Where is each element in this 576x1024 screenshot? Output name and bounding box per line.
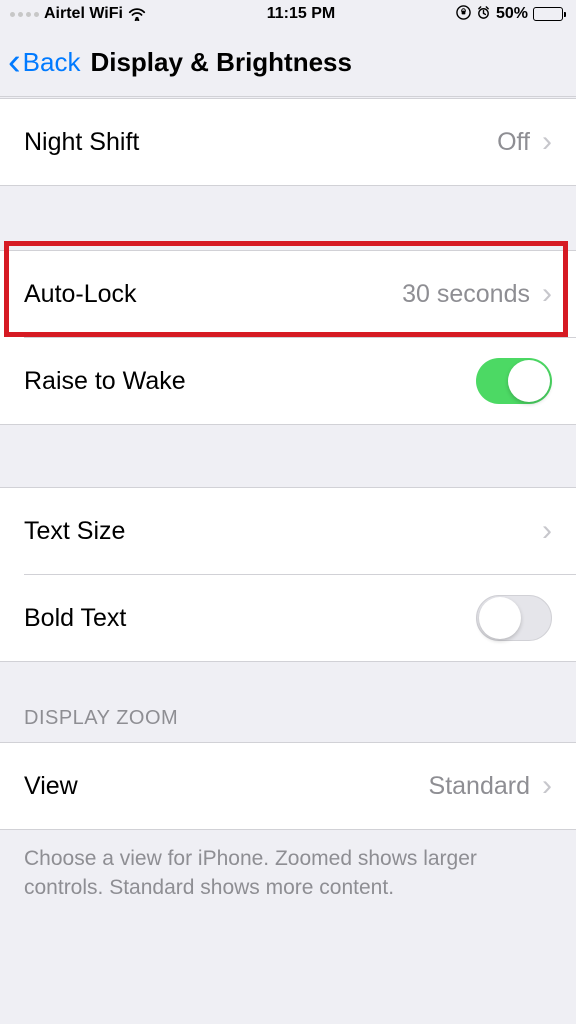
auto-lock-value: 30 seconds xyxy=(402,280,530,309)
raise-to-wake-toggle[interactable] xyxy=(476,358,552,404)
chevron-right-icon: › xyxy=(542,125,552,159)
chevron-right-icon: › xyxy=(542,277,552,311)
alarm-icon xyxy=(476,5,491,23)
bold-text-label: Bold Text xyxy=(24,604,476,633)
night-shift-label: Night Shift xyxy=(24,128,497,157)
row-night-shift[interactable]: Night Shift Off › xyxy=(0,99,576,185)
row-text-size[interactable]: Text Size › xyxy=(0,488,576,574)
display-zoom-header: DISPLAY ZOOM xyxy=(0,662,576,742)
orientation-lock-icon xyxy=(456,5,471,23)
raise-to-wake-label: Raise to Wake xyxy=(24,367,476,396)
group-lock: Auto-Lock 30 seconds › Raise to Wake xyxy=(0,250,576,425)
row-bold-text: Bold Text xyxy=(0,575,576,661)
text-size-label: Text Size xyxy=(24,517,542,546)
carrier-label: Airtel WiFi xyxy=(44,5,123,23)
chevron-left-icon: ‹ xyxy=(8,43,21,81)
view-label: View xyxy=(24,772,429,801)
chevron-right-icon: › xyxy=(542,769,552,803)
bold-text-toggle[interactable] xyxy=(476,595,552,641)
status-left: Airtel WiFi xyxy=(10,5,146,23)
page-title: Display & Brightness xyxy=(90,47,352,78)
battery-icon xyxy=(533,7,566,21)
back-button[interactable]: ‹ Back xyxy=(8,43,80,81)
signal-dots-icon xyxy=(10,12,39,17)
nav-bar: ‹ Back Display & Brightness xyxy=(0,28,576,96)
night-shift-value: Off xyxy=(497,128,530,157)
view-value: Standard xyxy=(429,772,530,801)
status-right: 50% xyxy=(456,5,566,23)
chevron-right-icon: › xyxy=(542,514,552,548)
row-view[interactable]: View Standard › xyxy=(0,743,576,829)
battery-percent: 50% xyxy=(496,5,528,23)
auto-lock-label: Auto-Lock xyxy=(24,280,402,309)
row-auto-lock[interactable]: Auto-Lock 30 seconds › xyxy=(0,251,576,337)
status-bar: Airtel WiFi 11:15 PM 50% xyxy=(0,0,576,28)
wifi-icon xyxy=(128,7,146,21)
display-zoom-footer: Choose a view for iPhone. Zoomed shows l… xyxy=(0,830,576,917)
group-text: Text Size › Bold Text xyxy=(0,487,576,662)
back-label: Back xyxy=(23,47,81,78)
group-night-shift: Night Shift Off › xyxy=(0,98,576,186)
group-display-zoom: View Standard › xyxy=(0,742,576,830)
row-raise-to-wake: Raise to Wake xyxy=(0,338,576,424)
status-time: 11:15 PM xyxy=(267,5,335,23)
